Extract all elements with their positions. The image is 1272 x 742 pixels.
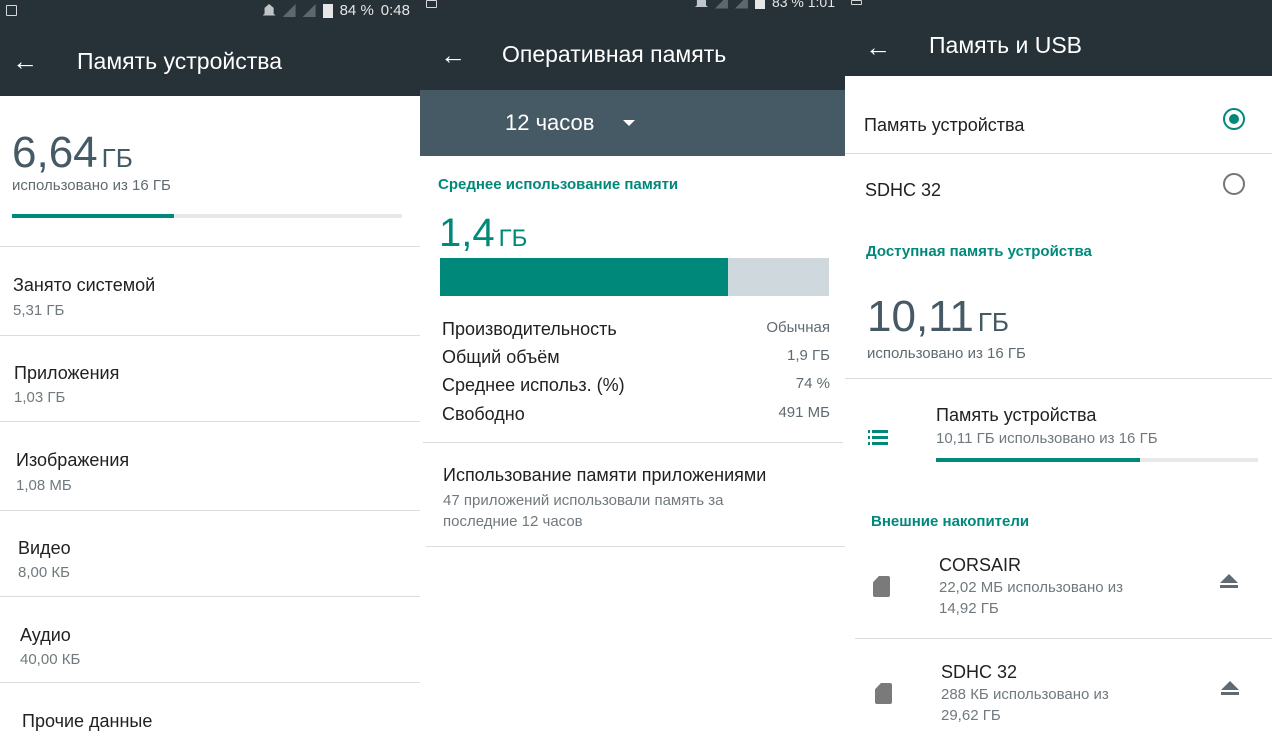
external-name: SDHC 32 <box>941 662 1018 682</box>
storage-progress-fill <box>12 214 174 218</box>
device-storage-bar <box>936 458 1258 462</box>
stat-label: Свободно <box>442 404 525 424</box>
signal-icon-2 <box>734 0 748 9</box>
back-arrow-icon[interactable]: ← <box>440 42 466 68</box>
stat-value: 491 МБ <box>778 404 830 421</box>
eject-icon[interactable] <box>1221 681 1239 697</box>
option-label: SDHC 32 <box>865 180 942 200</box>
available-storage-caption: использовано из 16 ГБ <box>867 345 1026 362</box>
device-storage-name: Память устройства <box>936 405 1097 425</box>
gallery-notification-icon <box>6 5 17 16</box>
available-storage-value: 10,11 ГБ <box>867 292 1009 341</box>
app-bar: ← Память и USB <box>845 6 1272 76</box>
memory-usage-bar <box>440 258 829 296</box>
section-heading: Среднее использование памяти <box>438 176 679 193</box>
battery-percent: 84 % <box>339 2 374 19</box>
ram-screen: 83 % 1:01 ← Оперативная память 12 часов … <box>420 0 845 742</box>
signal-icon <box>714 0 728 9</box>
battery-time: 83 % 1:01 <box>771 0 835 10</box>
stat-value: 1,9 ГБ <box>787 347 830 364</box>
storage-usb-screen: ← Память и USB Память устройства SDHC 32… <box>845 0 1272 742</box>
option-label: Память устройства <box>864 115 1025 135</box>
device-storage-screen: 84 % 0:48 ← Память устройства 6,64 ГБ исп… <box>0 0 420 742</box>
battery-icon <box>322 3 333 18</box>
mute-icon <box>694 0 708 7</box>
item-value: 1,03 ГБ <box>14 389 66 406</box>
app-memory-title: Использование памяти приложениями <box>443 465 767 485</box>
eject-icon[interactable] <box>1220 574 1238 590</box>
status-bar: 83 % 1:01 <box>420 0 845 10</box>
back-arrow-icon[interactable]: ← <box>865 34 891 60</box>
stat-label: Общий объём <box>442 347 560 367</box>
radio-selected[interactable] <box>1223 108 1245 130</box>
item-label: Занято системой <box>13 275 156 295</box>
external-usage-line2: 14,92 ГБ <box>939 600 999 617</box>
radio-unselected[interactable] <box>1223 173 1245 195</box>
dropdown-arrow-icon <box>623 120 635 126</box>
item-value: 5,31 ГБ <box>13 302 65 319</box>
battery-icon <box>754 0 765 9</box>
external-name: CORSAIR <box>939 555 1022 575</box>
used-storage-value: 6,64 ГБ <box>12 128 133 177</box>
item-value: 1,08 МБ <box>16 477 72 494</box>
app-bar: ← Оперативная память <box>420 10 845 90</box>
page-title: Память устройства <box>77 48 282 74</box>
item-label: Приложения <box>14 363 120 383</box>
gallery-notification-icon <box>426 0 437 8</box>
page-title: Память и USB <box>929 32 1083 58</box>
app-memory-line1: 47 приложений использовали память за <box>443 492 724 509</box>
app-bar: ← Память устройства <box>0 22 420 96</box>
device-storage-usage: 10,11 ГБ использовано из 16 ГБ <box>936 430 1158 447</box>
status-bar: 84 % 0:48 <box>0 0 420 22</box>
item-label: Аудио <box>20 625 71 645</box>
storage-icon <box>868 430 888 446</box>
memory-usage-fill <box>440 258 728 296</box>
external-storage-heading: Внешние накопители <box>871 513 1030 530</box>
item-label: Видео <box>18 538 71 558</box>
external-usage-line1: 22,02 МБ использовано из <box>939 579 1124 596</box>
storage-progress-bar <box>12 214 402 218</box>
item-value: 8,00 КБ <box>18 564 70 581</box>
gallery-notification-icon <box>851 0 862 5</box>
available-storage-heading: Доступная память устройства <box>866 243 1092 260</box>
average-memory-value: 1,4 ГБ <box>439 211 528 255</box>
external-usage-line2: 29,62 ГБ <box>941 707 1001 724</box>
sd-card-icon <box>873 576 890 597</box>
used-storage-caption: использовано из 16 ГБ <box>12 177 171 194</box>
app-memory-line2: последние 12 часов <box>443 513 583 530</box>
clock: 0:48 <box>380 2 410 19</box>
stat-label: Производительность <box>442 319 617 339</box>
stat-value: Обычная <box>766 319 830 336</box>
item-value: 40,00 КБ <box>20 651 81 668</box>
back-arrow-icon[interactable]: ← <box>12 48 38 74</box>
time-range-dropdown[interactable]: 12 часов <box>420 90 845 156</box>
mute-icon <box>262 4 276 16</box>
signal-icon <box>282 4 296 17</box>
item-label: Прочие данные <box>22 711 153 731</box>
sd-card-icon <box>875 683 892 704</box>
stat-value: 74 % <box>795 375 830 392</box>
page-title: Оперативная память <box>502 41 727 67</box>
device-storage-fill <box>936 458 1140 462</box>
external-usage-line1: 288 КБ использовано из <box>941 686 1109 703</box>
item-label: Изображения <box>16 450 130 470</box>
stat-label: Среднее использ. (%) <box>442 375 625 395</box>
time-range-value: 12 часов <box>505 110 595 135</box>
signal-icon-2 <box>302 4 316 17</box>
